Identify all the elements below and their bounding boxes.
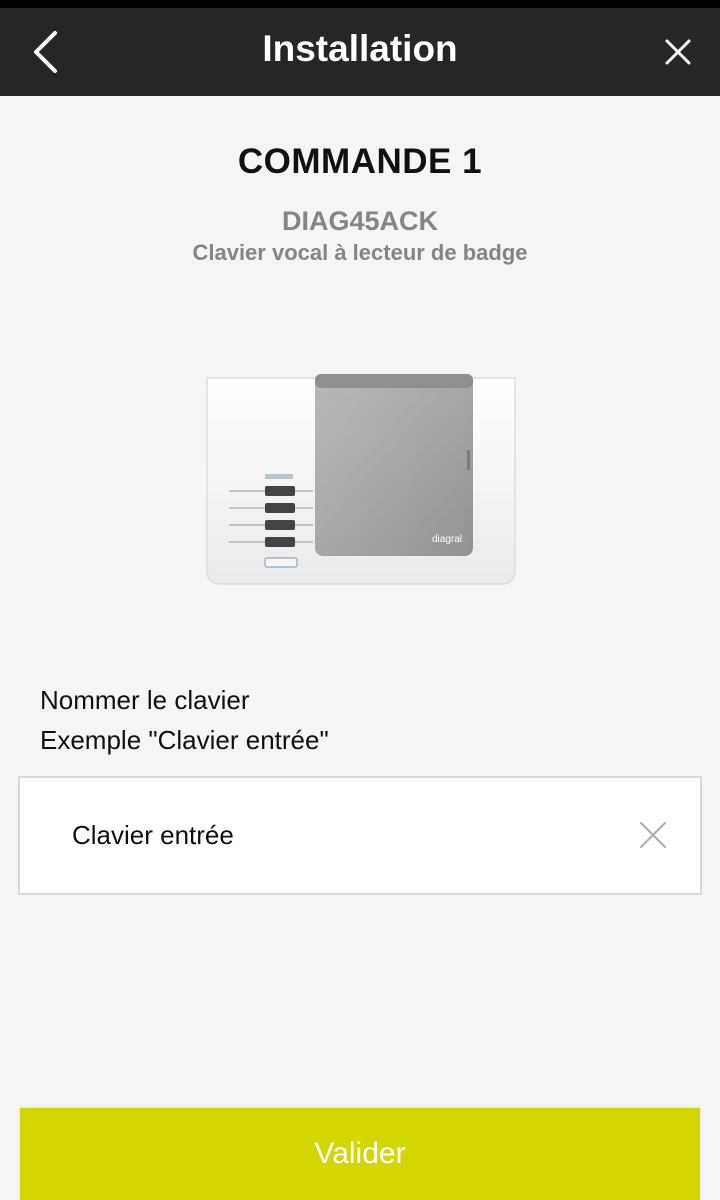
device-description: Clavier vocal à lecteur de badge: [192, 240, 528, 265]
instructions: Nommer le clavier Exemple "Clavier entré…: [40, 680, 329, 760]
brand-logo: diagral: [432, 534, 462, 545]
keypad-name-field: [18, 776, 702, 895]
instruction-line-2: Exemple "Clavier entrée": [40, 725, 329, 755]
svg-text:diagral: diagral: [432, 534, 462, 545]
device-title: COMMANDE 1: [237, 142, 483, 181]
close-icon: [665, 39, 691, 65]
keypad-name-input[interactable]: [72, 778, 612, 893]
clear-icon: [639, 821, 667, 849]
device-model: DIAG45ACK: [281, 206, 439, 236]
top-bar: Installation: [0, 0, 720, 96]
page-title: Installation: [262, 28, 458, 69]
clear-input-button[interactable]: [636, 818, 670, 852]
validate-button[interactable]: Valider: [20, 1108, 700, 1200]
instruction-line-1: Nommer le clavier: [40, 685, 250, 715]
keypad-device-image: diagral: [205, 370, 517, 588]
close-button[interactable]: [656, 28, 700, 76]
